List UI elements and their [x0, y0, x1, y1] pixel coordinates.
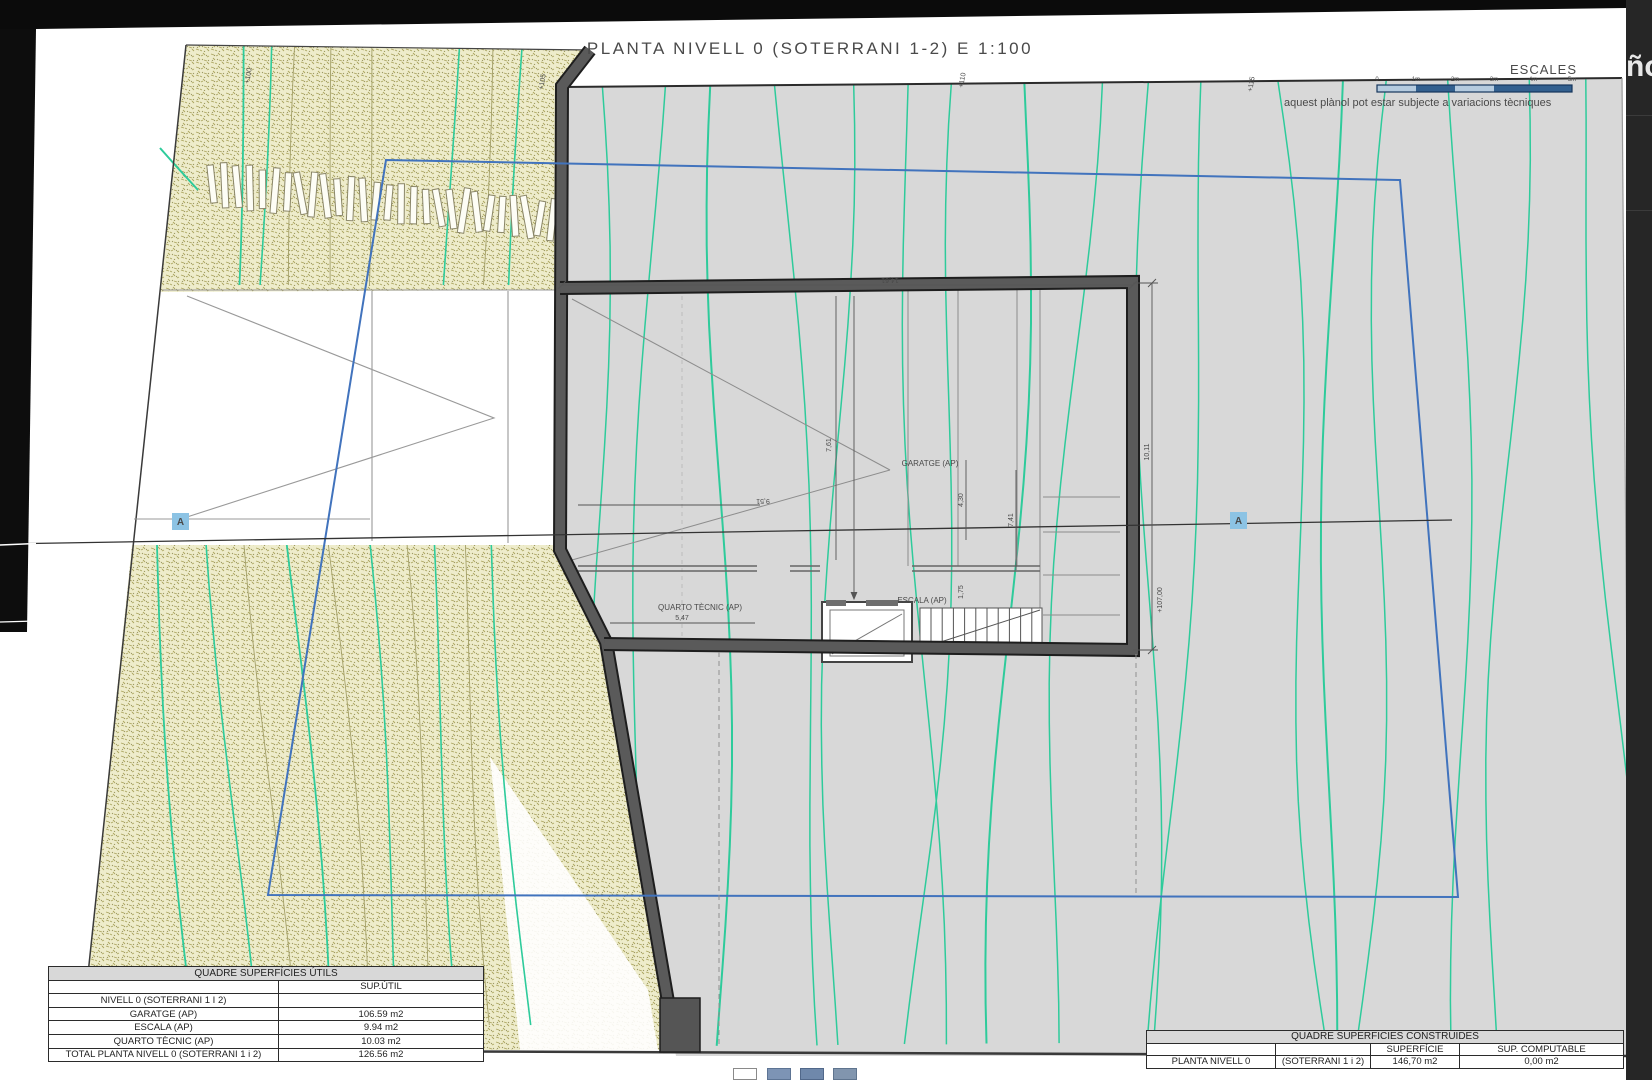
- disclaimer-note: aquest plànol pot estar subjecte a varia…: [1284, 97, 1552, 109]
- footer-thumbnail-3[interactable]: [800, 1068, 824, 1080]
- built-row-superficie: 146,70 m2: [1370, 1056, 1459, 1068]
- built-surface-table: QUADRE SUPERFICIES CONSTRUIDES SUPERFÍCI…: [1146, 1030, 1624, 1069]
- utils-col-header: SUP.ÚTIL: [278, 981, 483, 994]
- section-marker-right: A: [1230, 512, 1247, 529]
- scale-tick-5: 5m: [1568, 77, 1576, 83]
- built-table-title: QUADRE SUPERFICIES CONSTRUIDES: [1147, 1031, 1623, 1043]
- dim-top-width: 14,61: [881, 276, 899, 283]
- built-row-level: (SOTERRANI 1 i 2): [1275, 1056, 1370, 1068]
- section-letter: A: [1235, 516, 1242, 527]
- section-letter: A: [177, 517, 184, 528]
- plan-drawing: A A 14,61 10,11 +107,00 7,61 9,51 4,30 7…: [0, 0, 1652, 1080]
- drawing-title: PLANTA NIVELL 0 (SOTERRANI 1-2) E 1:100: [587, 39, 1033, 58]
- background-window-strip: ño: [1626, 0, 1652, 1080]
- utils-row-label: QUARTO TÈCNIC (AP): [49, 1035, 278, 1048]
- dim-stall-width: 4,30: [958, 493, 965, 507]
- built-col-computable: SUP. COMPUTABLE: [1459, 1044, 1623, 1056]
- dim-stair-width: 1,75: [958, 585, 965, 599]
- dim-techroom-width: 5,47: [675, 615, 689, 622]
- utils-row-value: 10.03 m2: [278, 1035, 483, 1048]
- section-marker-left: A: [172, 513, 189, 530]
- built-row-name: PLANTA NIVELL 0: [1147, 1056, 1275, 1068]
- utils-row-label: [49, 981, 278, 994]
- terrain-gray: [560, 78, 1630, 1056]
- garage-label: GARATGE (AP): [902, 459, 959, 468]
- utils-row-label: ESCALA (AP): [49, 1021, 278, 1034]
- utils-row-label: GARATGE (AP): [49, 1008, 278, 1021]
- footer-thumbnail-4[interactable]: [833, 1068, 857, 1080]
- scale-tick-2: 2m: [1451, 77, 1459, 83]
- footer-thumbnail-1[interactable]: [733, 1068, 757, 1080]
- technical-room-label: QUARTO TÈCNIC (AP): [658, 603, 742, 612]
- built-col-superficie: SUPERFÍCIE: [1370, 1044, 1459, 1056]
- utils-row-value: [278, 994, 483, 1007]
- background-window-text: ño: [1626, 50, 1652, 84]
- utils-row-value: 9.94 m2: [278, 1021, 483, 1034]
- built-row-computable: 0,00 m2: [1459, 1056, 1623, 1068]
- dim-garage-length: 7,61: [826, 438, 833, 452]
- viewer-canvas: A A 14,61 10,11 +107,00 7,61 9,51 4,30 7…: [0, 0, 1652, 1080]
- utils-surface-table: QUADRE SUPERFÍCIES ÚTILS SUP.ÚTIL NIVELL…: [48, 966, 484, 1062]
- utils-table-title: QUADRE SUPERFÍCIES ÚTILS: [49, 967, 483, 980]
- utils-row-value: 106.59 m2: [278, 1008, 483, 1021]
- utils-row-label: NIVELL 0 (SOTERRANI 1 I 2): [49, 994, 278, 1007]
- footer-thumbnail-2[interactable]: [767, 1068, 791, 1080]
- scale-bar-title: ESCALES: [1510, 62, 1577, 77]
- stairs-label: ESCALA (AP): [897, 596, 947, 605]
- dim-stall-depth: 7,41: [1008, 513, 1015, 527]
- utils-row-value: 126.56 m2: [278, 1049, 483, 1062]
- dim-ramp-length: 9,51: [756, 497, 770, 504]
- scale-tick-1: 1m: [1412, 77, 1420, 83]
- scale-tick-4: 4m: [1529, 77, 1537, 83]
- dim-level: +107,00: [1157, 587, 1164, 613]
- utils-row-label: TOTAL PLANTA NIVELL 0 (SOTERRANI 1 i 2): [49, 1049, 278, 1062]
- scale-tick-3: 3m: [1490, 77, 1498, 83]
- dim-right-height: 10,11: [1144, 443, 1151, 460]
